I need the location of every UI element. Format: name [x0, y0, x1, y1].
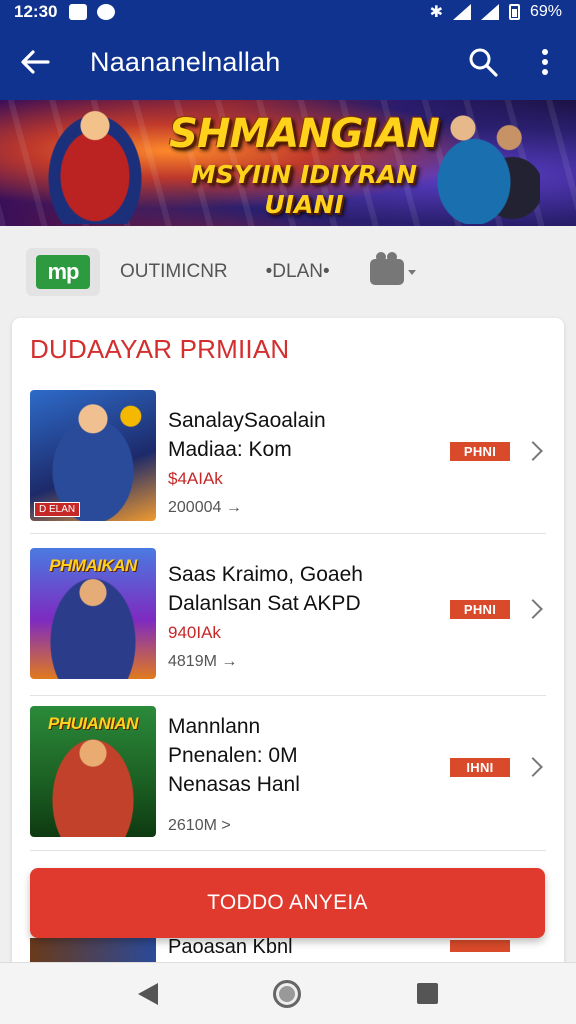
notification-circle-icon [97, 4, 116, 20]
item-thumbnail: PHUIANIAN [30, 706, 156, 837]
banner-subtitle: MSYIIN IDIYRAN UIANI [190, 160, 418, 219]
tab-first[interactable]: OUTIMICNR [120, 261, 228, 283]
item-subtitle: Madiaa: Kom [168, 438, 292, 461]
camera-icon [369, 252, 404, 285]
item-tag: PHNI [450, 600, 510, 619]
arrow-left-icon [21, 50, 50, 74]
system-nav-bar [0, 962, 576, 1024]
item-meta: 200004 → [168, 499, 242, 516]
section-heading: DUDAAYAR PRMIIAN [30, 334, 290, 364]
item-price: $4AIAk [168, 469, 223, 488]
promo-banner[interactable]: SHMANGIAN MSYIIN IDIYRAN UIANI [0, 100, 576, 226]
nav-back-icon[interactable] [137, 982, 158, 1005]
item-meta: 2610M > [168, 817, 231, 834]
chevron-right-icon [523, 441, 543, 461]
bluetooth-icon: ✱ [429, 4, 443, 21]
app-logo: mp [36, 255, 90, 289]
divider [30, 850, 546, 851]
item-text: SanalaySaoalain Madiaa: Kom $4AIAk 20000… [168, 406, 326, 522]
item-title: Mannlann [168, 715, 261, 738]
item-tag [450, 940, 510, 952]
item-tag: PHNI [450, 442, 510, 461]
status-time: 12:30 [14, 2, 58, 21]
back-button[interactable] [0, 49, 70, 75]
chevron-right-icon [523, 757, 543, 777]
chevron-right-icon [523, 599, 543, 619]
item-price: 940IAk [168, 623, 221, 642]
search-icon [469, 48, 498, 77]
tab-second[interactable]: •DLAN• [266, 261, 330, 283]
app-bar: Naananelnallah [0, 24, 576, 100]
notification-icon [69, 4, 88, 20]
page-title: Naananelnallah [90, 46, 281, 77]
list-item-partial[interactable]: Paoasan Kbnl [12, 938, 564, 962]
thumb-label: PHUIANIAN [48, 714, 138, 733]
item-subtitle: Pnenalen: 0M [168, 744, 298, 767]
item-meta: 4819M → [168, 653, 238, 670]
item-subtitle-2: Nenasas Hanl [168, 773, 300, 796]
list-item[interactable]: D ELAN SanalaySaoalain Madiaa: Kom $4AIA… [12, 382, 564, 540]
thumb-badge: D ELAN [34, 502, 81, 517]
item-subtitle: Dalanlsan Sat AKPD [168, 592, 361, 615]
item-thumbnail: PHMAIKAN [30, 548, 156, 679]
item-text: Saas Kraimo, Goaeh Dalanlsan Sat AKPD 94… [168, 560, 363, 676]
status-bar: 12:30 ✱ 69% [0, 0, 576, 24]
battery-icon [508, 4, 520, 20]
item-text: Mannlann Pnenalen: 0M Nenasas Hanl 2610M… [168, 712, 300, 840]
list-item[interactable]: PHUIANIAN Mannlann Pnenalen: 0M Nenasas … [12, 700, 564, 858]
divider [30, 695, 546, 696]
tab-logo[interactable]: mp [26, 248, 100, 296]
banner-hero-right-image [430, 104, 540, 224]
thumb-label: PHMAIKAN [49, 556, 137, 575]
wifi-icon [452, 4, 471, 20]
search-button[interactable] [452, 47, 514, 77]
item-title: Saas Kraimo, Goaeh [168, 563, 363, 586]
more-vert-icon [542, 49, 548, 75]
item-title: Paoasan Kbnl [168, 938, 293, 958]
nav-recents-icon[interactable] [417, 983, 439, 1004]
chevron-down-icon [407, 269, 416, 275]
item-tag: IHNI [450, 758, 510, 777]
banner-hero-left-image [40, 104, 150, 224]
primary-cta-button[interactable]: TODDO ANYEIA [30, 868, 545, 938]
list-item[interactable]: PHMAIKAN Saas Kraimo, Goaeh Dalanlsan Sa… [12, 540, 564, 698]
signal-icon [480, 4, 499, 20]
item-title: SanalaySaoalain [168, 409, 326, 432]
battery-percent: 69% [529, 3, 562, 20]
tab-camera[interactable] [369, 252, 416, 285]
item-thumbnail [30, 938, 156, 962]
nav-home-icon[interactable] [273, 979, 302, 1008]
item-thumbnail: D ELAN [30, 390, 156, 521]
filter-tabs: mp OUTIMICNR •DLAN• [0, 226, 576, 318]
more-options-button[interactable] [514, 48, 576, 76]
banner-title: SHMANGIAN [169, 111, 440, 157]
divider [30, 533, 546, 534]
